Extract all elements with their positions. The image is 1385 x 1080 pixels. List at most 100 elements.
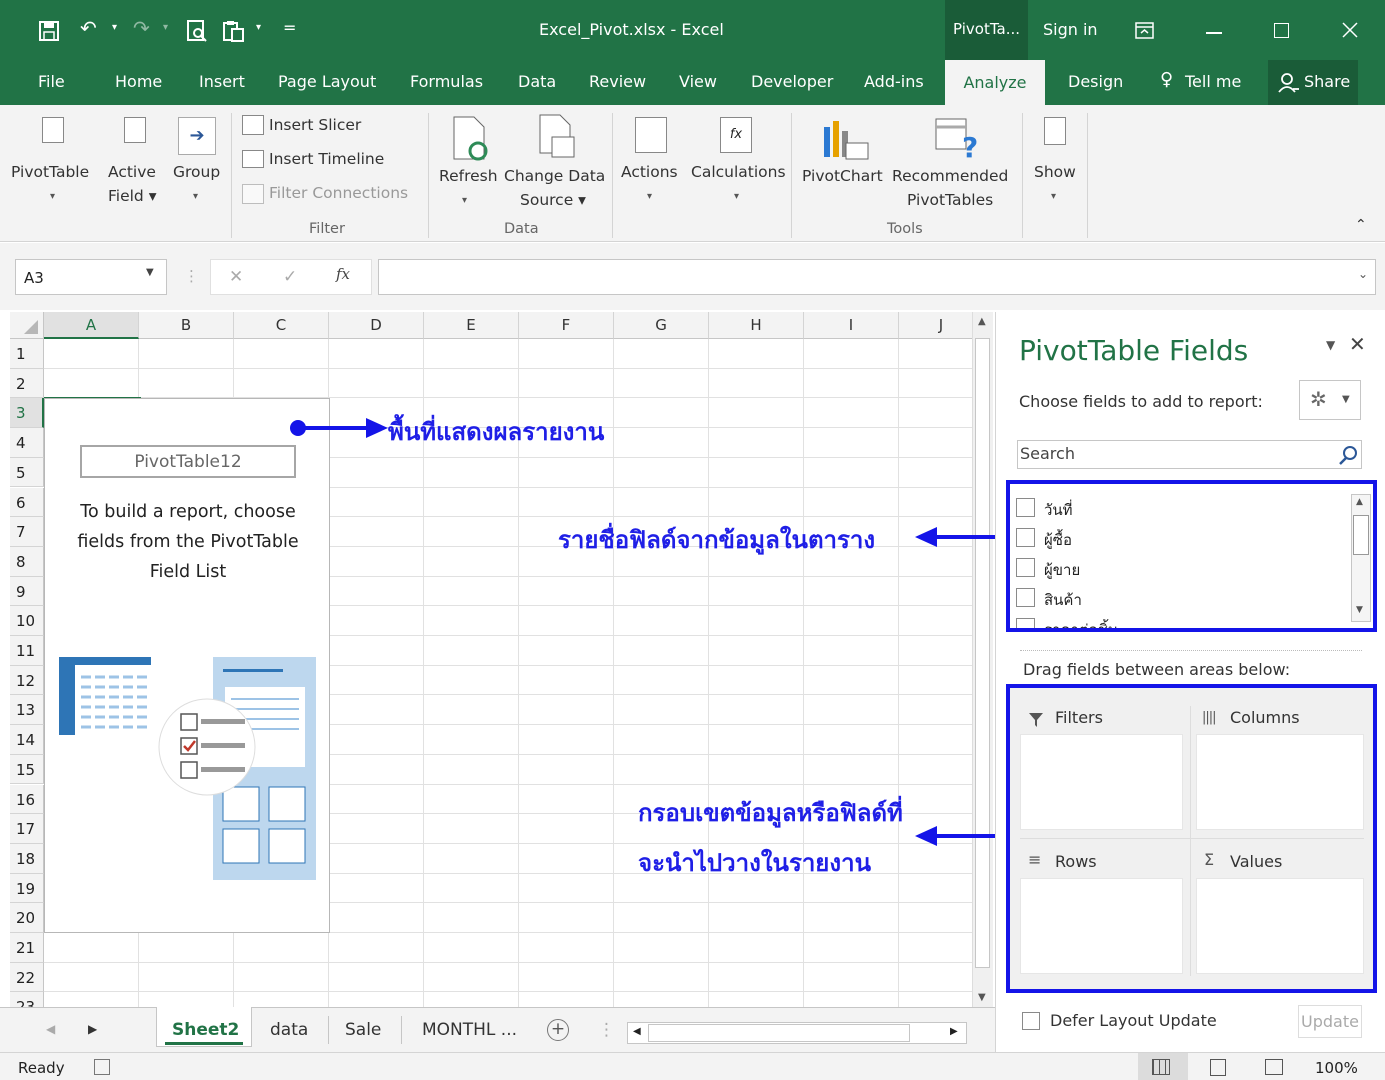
tab-data[interactable]: Data: [518, 72, 556, 91]
tab-home[interactable]: Home: [115, 72, 162, 91]
sheet-tab-sale[interactable]: Sale: [345, 1020, 381, 1040]
hscroll-left-icon[interactable]: ◀: [633, 1026, 641, 1037]
pivotchart-icon[interactable]: [822, 121, 872, 161]
tab-add-ins[interactable]: Add-ins: [864, 72, 924, 91]
group-button[interactable]: Group: [173, 163, 220, 181]
show-button[interactable]: Show: [1034, 163, 1076, 181]
column-header-f[interactable]: F: [519, 312, 614, 339]
customize-qat-icon[interactable]: =: [283, 18, 296, 37]
field-item[interactable]: ผู้ขาย: [1016, 554, 1346, 580]
insert-function-icon[interactable]: fx: [336, 265, 350, 283]
scroll-thumb[interactable]: [975, 338, 990, 968]
save-icon[interactable]: [38, 20, 60, 42]
defer-layout-checkbox[interactable]: [1022, 1012, 1040, 1030]
actions-icon[interactable]: [635, 117, 667, 153]
field-scroll-down-icon[interactable]: ▼: [1356, 605, 1363, 615]
column-header-h[interactable]: H: [709, 312, 804, 339]
tab-page-layout[interactable]: Page Layout: [278, 72, 376, 91]
ribbon-display-icon[interactable]: [1135, 22, 1155, 40]
redo-icon[interactable]: ↷: [133, 16, 150, 40]
show-dropdown-icon[interactable]: ▾: [1051, 191, 1056, 202]
field-list-scrollbar[interactable]: ▲ ▼: [1351, 494, 1371, 622]
formula-bar-grip-icon[interactable]: ⋮: [184, 267, 199, 285]
column-header-b[interactable]: B: [139, 312, 234, 339]
search-icon[interactable]: [1338, 445, 1358, 465]
calculations-button[interactable]: Calculations: [691, 163, 786, 181]
tab-formulas[interactable]: Formulas: [410, 72, 483, 91]
row-header-12[interactable]: 12: [10, 665, 44, 696]
undo-dropdown-icon[interactable]: ▾: [112, 22, 117, 33]
sheet-tab-sheet2[interactable]: Sheet2: [172, 1020, 239, 1040]
vertical-scrollbar[interactable]: ▲ ▼: [972, 312, 993, 1007]
field-layout-settings-button[interactable]: ✲ ▼: [1299, 380, 1361, 420]
enter-icon[interactable]: ✓: [283, 267, 297, 287]
pivotchart-button[interactable]: PivotChart: [802, 167, 883, 185]
pivottable-button[interactable]: PivotTable: [11, 163, 89, 181]
tab-insert[interactable]: Insert: [199, 72, 245, 91]
slicer-icon[interactable]: [242, 115, 264, 135]
undo-icon[interactable]: ↶: [80, 16, 97, 40]
collapse-ribbon-icon[interactable]: ⌃: [1355, 217, 1367, 233]
share-button[interactable]: Share: [1304, 72, 1350, 91]
scroll-sheets-left-icon[interactable]: ◀: [46, 1022, 55, 1036]
tab-design[interactable]: Design: [1068, 72, 1123, 91]
field-item[interactable]: วันที่: [1016, 494, 1346, 520]
field-scroll-up-icon[interactable]: ▲: [1356, 497, 1363, 507]
row-header-5[interactable]: 5: [10, 457, 44, 488]
print-preview-icon[interactable]: [186, 19, 208, 43]
change-data-source-dropdown[interactable]: Source ▾: [520, 191, 586, 209]
row-header-21[interactable]: 21: [10, 933, 44, 963]
refresh-dropdown-icon[interactable]: ▾: [462, 195, 467, 206]
refresh-icon[interactable]: [450, 115, 490, 163]
expand-formula-icon[interactable]: ⌄: [1358, 267, 1368, 281]
formula-input[interactable]: [378, 259, 1376, 295]
active-field-icon[interactable]: [124, 117, 146, 143]
columns-drop-zone[interactable]: [1196, 734, 1364, 830]
tab-review[interactable]: Review: [589, 72, 646, 91]
tell-me-box[interactable]: Tell me: [1185, 72, 1241, 91]
row-header-19[interactable]: 19: [10, 873, 44, 904]
recommended-pivottables-button[interactable]: Recommended: [892, 167, 1008, 185]
hscroll-thumb[interactable]: [648, 1024, 910, 1042]
page-layout-view-icon[interactable]: [1210, 1059, 1226, 1076]
column-header-c[interactable]: C: [234, 312, 329, 339]
change-data-source-button[interactable]: Change Data: [504, 167, 605, 185]
row-header-4[interactable]: 4: [10, 428, 44, 458]
recommended-pivottables-icon[interactable]: ?: [934, 117, 982, 161]
insert-slicer-button[interactable]: Insert Slicer: [269, 116, 361, 134]
close-icon[interactable]: [1342, 22, 1358, 38]
page-break-view-icon[interactable]: [1265, 1059, 1283, 1075]
row-header-20[interactable]: 20: [10, 903, 44, 933]
paste-dropdown-icon[interactable]: ▾: [256, 22, 261, 33]
new-sheet-icon[interactable]: +: [547, 1019, 569, 1041]
column-header-a[interactable]: A: [44, 312, 139, 339]
tab-split-grip-icon[interactable]: ⋮: [598, 1020, 615, 1040]
maximize-icon[interactable]: [1274, 23, 1289, 38]
name-box-dropdown-icon[interactable]: ▼: [146, 267, 154, 278]
field-checkbox[interactable]: [1016, 618, 1035, 628]
pane-options-dropdown-icon[interactable]: ▼: [1326, 338, 1335, 352]
field-checkbox[interactable]: [1016, 498, 1035, 517]
field-checkbox[interactable]: [1016, 558, 1035, 577]
sign-in-link[interactable]: Sign in: [1043, 20, 1098, 39]
row-header-18[interactable]: 18: [10, 843, 44, 874]
scroll-sheets-right-icon[interactable]: ▶: [88, 1022, 97, 1036]
scroll-up-icon[interactable]: ▲: [978, 316, 986, 327]
group-arrow-icon[interactable]: ➔: [178, 117, 216, 155]
search-box[interactable]: Search: [1017, 440, 1362, 469]
field-list[interactable]: วันที่ผู้ซื้อผู้ขายสินค้าราคาต่อชิ้น ▲ ▼: [1010, 484, 1373, 628]
zoom-level[interactable]: 100%: [1315, 1059, 1358, 1077]
row-header-9[interactable]: 9: [10, 576, 44, 607]
recommended-pivottables-line2[interactable]: PivotTables: [907, 191, 993, 209]
select-all-corner[interactable]: [10, 312, 44, 339]
field-item[interactable]: ราคาต่อชิ้น: [1016, 614, 1346, 628]
filters-drop-zone[interactable]: [1020, 734, 1183, 830]
row-header-14[interactable]: 14: [10, 725, 44, 755]
calculations-dropdown-icon[interactable]: ▾: [734, 191, 739, 202]
field-scroll-thumb[interactable]: [1353, 515, 1369, 555]
tab-file[interactable]: File: [38, 72, 65, 91]
field-item[interactable]: สินค้า: [1016, 584, 1346, 610]
column-header-g[interactable]: G: [614, 312, 709, 339]
normal-view-icon[interactable]: [1152, 1059, 1170, 1075]
tab-view[interactable]: View: [679, 72, 717, 91]
